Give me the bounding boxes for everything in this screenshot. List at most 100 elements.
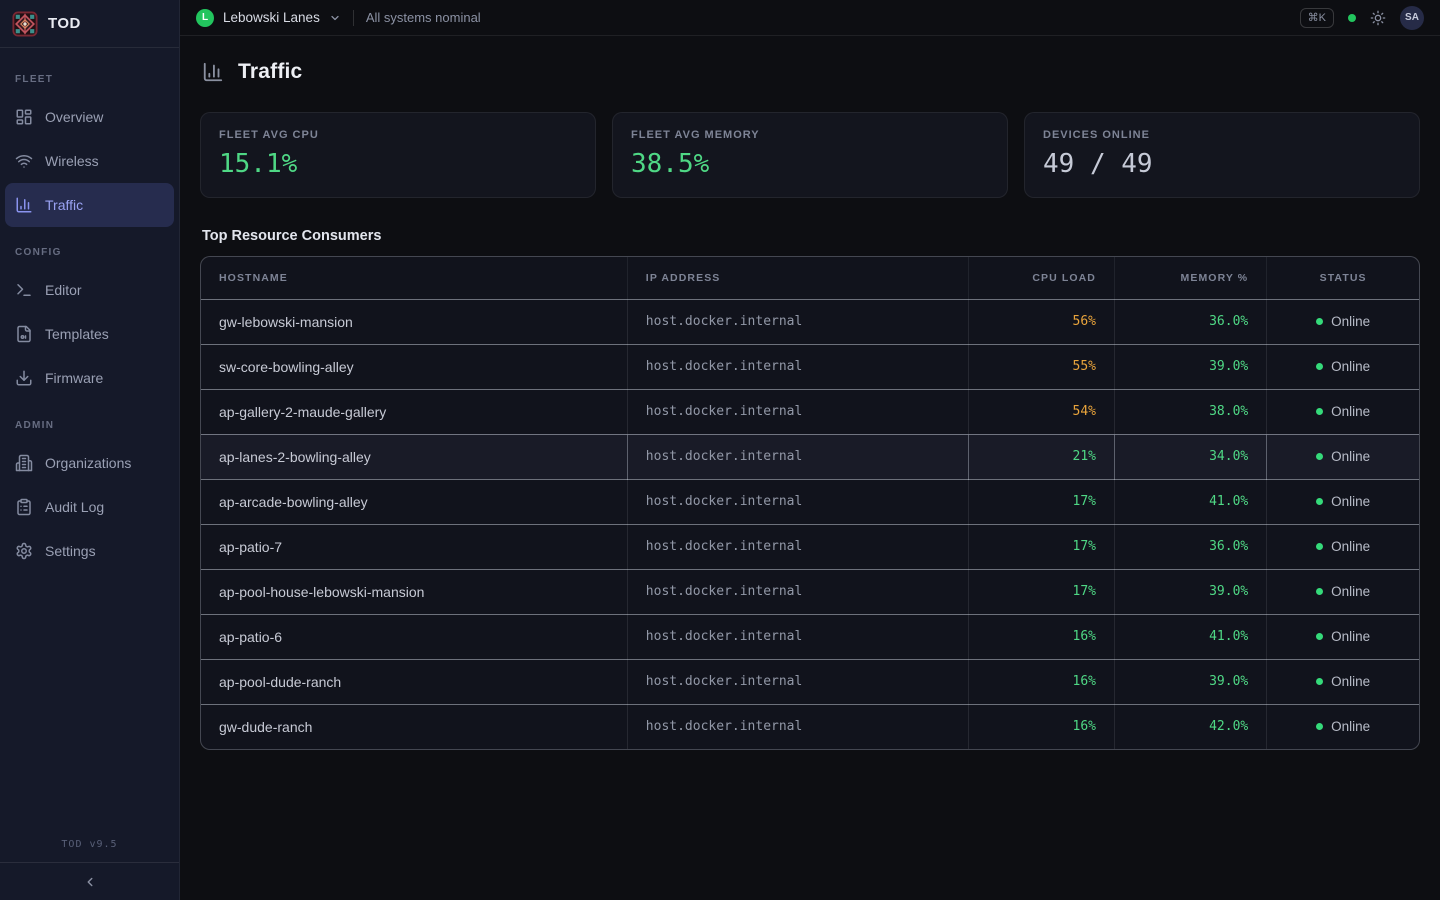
sidebar-item-traffic[interactable]: Traffic — [5, 183, 174, 227]
ip-cell: host.docker.internal — [627, 524, 968, 569]
ip-cell: host.docker.internal — [627, 434, 968, 479]
column-header-ip-address: IP ADDRESS — [627, 257, 968, 299]
sidebar-item-label: Overview — [45, 109, 103, 125]
table-row[interactable]: ap-pool-house-lebowski-mansion host.dock… — [201, 569, 1419, 614]
sidebar-item-audit-log[interactable]: Audit Log — [0, 485, 179, 529]
nav-section-fleet: FLEET — [0, 54, 179, 95]
sun-icon — [1370, 10, 1386, 26]
sidebar-item-settings[interactable]: Settings — [0, 529, 179, 573]
table-row[interactable]: ap-gallery-2-maude-gallery host.docker.i… — [201, 389, 1419, 434]
hostname-cell: ap-pool-house-lebowski-mansion — [201, 569, 627, 614]
org-name: Lebowski Lanes — [223, 10, 320, 25]
table-row[interactable]: ap-lanes-2-bowling-alley host.docker.int… — [201, 434, 1419, 479]
tod-logo-icon — [12, 11, 38, 37]
cpu-load-cell: 21% — [968, 434, 1114, 479]
status-cell: Online — [1267, 659, 1419, 704]
sidebar-item-label: Audit Log — [45, 499, 104, 515]
file-template-icon — [15, 325, 33, 343]
cpu-load-cell: 17% — [968, 569, 1114, 614]
org-switcher[interactable]: L Lebowski Lanes — [196, 9, 341, 27]
gear-icon — [15, 542, 33, 560]
memory-cell: 41.0% — [1114, 614, 1266, 659]
cpu-load-cell: 54% — [968, 389, 1114, 434]
ip-cell: host.docker.internal — [627, 569, 968, 614]
memory-cell: 36.0% — [1114, 524, 1266, 569]
hostname-cell: ap-arcade-bowling-alley — [201, 479, 627, 524]
status-cell: Online — [1267, 524, 1419, 569]
main-content: Traffic FLEET AVG CPU 15.1% FLEET AVG ME… — [180, 36, 1440, 900]
status-label: Online — [1331, 674, 1370, 689]
chart-column-icon — [202, 61, 224, 83]
ip-cell: host.docker.internal — [627, 479, 968, 524]
hostname-cell: sw-core-bowling-alley — [201, 344, 627, 389]
sidebar-item-label: Editor — [45, 282, 82, 298]
online-dot-icon — [1316, 678, 1323, 685]
table-row[interactable]: ap-arcade-bowling-alley host.docker.inte… — [201, 479, 1419, 524]
online-dot-icon — [1316, 318, 1323, 325]
hostname-cell: ap-gallery-2-maude-gallery — [201, 389, 627, 434]
app-logo-block: TOD — [0, 0, 179, 48]
memory-cell: 36.0% — [1114, 299, 1266, 344]
stat-card-devices-online: DEVICES ONLINE 49 / 49 — [1024, 112, 1420, 198]
chevron-left-icon — [83, 875, 97, 889]
sidebar-item-templates[interactable]: Templates — [0, 312, 179, 356]
table-row[interactable]: gw-dude-ranch host.docker.internal 16% 4… — [201, 704, 1419, 749]
table-row[interactable]: gw-lebowski-mansion host.docker.internal… — [201, 299, 1419, 344]
sidebar-collapse-button[interactable] — [0, 862, 179, 900]
table-row[interactable]: ap-patio-7 host.docker.internal 17% 36.0… — [201, 524, 1419, 569]
stat-value: 49 / 49 — [1043, 149, 1401, 179]
status-cell: Online — [1267, 614, 1419, 659]
topbar: L Lebowski Lanes All systems nominal ⌘K … — [180, 0, 1440, 36]
ip-cell: host.docker.internal — [627, 344, 968, 389]
hostname-cell: ap-lanes-2-bowling-alley — [201, 434, 627, 479]
sidebar-item-organizations[interactable]: Organizations — [0, 441, 179, 485]
table-row[interactable]: sw-core-bowling-alley host.docker.intern… — [201, 344, 1419, 389]
terminal-icon — [15, 281, 33, 299]
table-header-row: HOSTNAME IP ADDRESS CPU LOAD MEMORY % ST… — [201, 257, 1419, 299]
online-dot-icon — [1316, 723, 1323, 730]
cpu-load-cell: 16% — [968, 704, 1114, 749]
app-name: TOD — [48, 15, 81, 32]
stat-label: FLEET AVG CPU — [219, 129, 577, 141]
ip-cell: host.docker.internal — [627, 389, 968, 434]
table-row[interactable]: ap-pool-dude-ranch host.docker.internal … — [201, 659, 1419, 704]
status-cell: Online — [1267, 569, 1419, 614]
user-avatar[interactable]: SA — [1400, 6, 1424, 30]
hostname-cell: gw-dude-ranch — [201, 704, 627, 749]
online-dot-icon — [1316, 633, 1323, 640]
sidebar-item-firmware[interactable]: Firmware — [0, 356, 179, 400]
theme-toggle-button[interactable] — [1370, 10, 1386, 26]
app-version: TOD v9.5 — [0, 839, 179, 862]
ip-cell: host.docker.internal — [627, 704, 968, 749]
status-label: Online — [1331, 314, 1370, 329]
chart-column-icon — [15, 196, 33, 214]
download-icon — [15, 369, 33, 387]
status-label: Online — [1331, 404, 1370, 419]
system-status-message: All systems nominal — [366, 10, 481, 25]
stat-card-fleet-avg-memory: FLEET AVG MEMORY 38.5% — [612, 112, 1008, 198]
status-cell: Online — [1267, 344, 1419, 389]
hostname-cell: ap-patio-6 — [201, 614, 627, 659]
memory-cell: 41.0% — [1114, 479, 1266, 524]
org-avatar: L — [196, 9, 214, 27]
sidebar-item-label: Organizations — [45, 455, 131, 471]
topbar-right: ⌘K SA — [1300, 6, 1424, 30]
connection-status-dot — [1348, 14, 1356, 22]
memory-cell: 39.0% — [1114, 569, 1266, 614]
memory-cell: 42.0% — [1114, 704, 1266, 749]
stat-card-fleet-avg-cpu: FLEET AVG CPU 15.1% — [200, 112, 596, 198]
online-dot-icon — [1316, 453, 1323, 460]
column-header-cpu-load: CPU LOAD — [968, 257, 1114, 299]
status-label: Online — [1331, 539, 1370, 554]
sidebar-footer: TOD v9.5 — [0, 839, 179, 900]
table-title: Top Resource Consumers — [202, 228, 1420, 244]
page-header: Traffic — [202, 60, 1420, 84]
table-row[interactable]: ap-patio-6 host.docker.internal 16% 41.0… — [201, 614, 1419, 659]
command-palette-shortcut[interactable]: ⌘K — [1300, 8, 1334, 28]
hostname-cell: ap-pool-dude-ranch — [201, 659, 627, 704]
status-label: Online — [1331, 359, 1370, 374]
hostname-cell: ap-patio-7 — [201, 524, 627, 569]
sidebar-item-wireless[interactable]: Wireless — [0, 139, 179, 183]
sidebar-item-editor[interactable]: Editor — [0, 268, 179, 312]
sidebar-item-overview[interactable]: Overview — [0, 95, 179, 139]
